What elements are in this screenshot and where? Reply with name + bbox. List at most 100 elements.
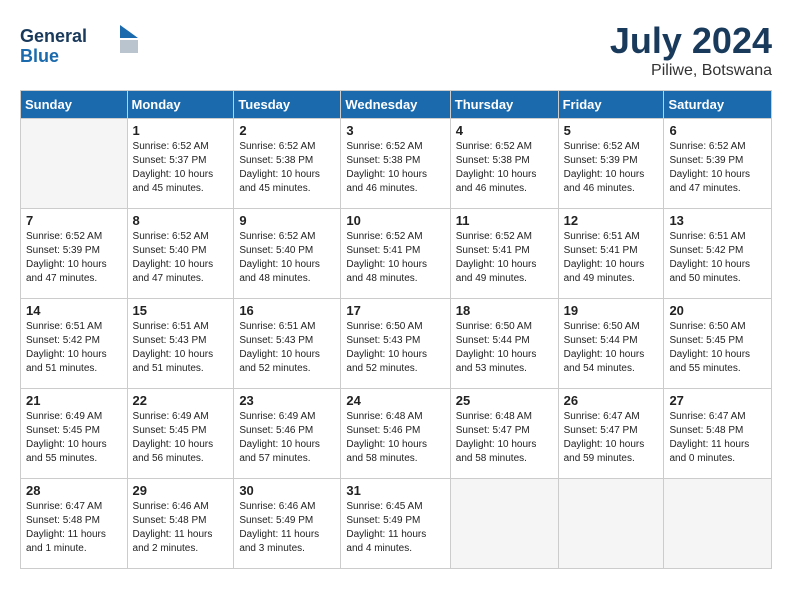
weekday-header: Saturday — [664, 91, 772, 119]
day-info: Sunrise: 6:52 AMSunset: 5:40 PMDaylight:… — [239, 230, 335, 286]
day-info: Sunrise: 6:47 AMSunset: 5:48 PMDaylight:… — [26, 500, 122, 556]
day-info: Sunrise: 6:51 AMSunset: 5:43 PMDaylight:… — [133, 320, 229, 376]
calendar-header-row: SundayMondayTuesdayWednesdayThursdayFrid… — [21, 91, 772, 119]
day-info: Sunrise: 6:46 AMSunset: 5:49 PMDaylight:… — [239, 500, 335, 556]
calendar-cell: 12Sunrise: 6:51 AMSunset: 5:41 PMDayligh… — [558, 209, 664, 299]
calendar-cell: 16Sunrise: 6:51 AMSunset: 5:43 PMDayligh… — [234, 299, 341, 389]
day-number: 14 — [26, 303, 122, 318]
calendar-cell: 8 Sunrise: 6:52 AMSunset: 5:40 PMDaylight… — [127, 209, 234, 299]
day-info: Sunrise: 6:50 AMSunset: 5:43 PMDaylight:… — [346, 320, 444, 376]
calendar-cell: 4 Sunrise: 6:52 AMSunset: 5:38 PMDaylight… — [450, 119, 558, 209]
month-title: July 2024 — [610, 20, 772, 62]
calendar-cell: 30 Sunrise: 6:46 AMSunset: 5:49 PMDayligh… — [234, 479, 341, 569]
day-info: Sunrise: 6:52 AMSunset: 5:37 PMDaylight:… — [133, 140, 229, 196]
calendar-cell: 13Sunrise: 6:51 AMSunset: 5:42 PMDayligh… — [664, 209, 772, 299]
calendar-cell: 28 Sunrise: 6:47 AMSunset: 5:48 PMDayligh… — [21, 479, 128, 569]
calendar-cell: 23Sunrise: 6:49 AMSunset: 5:46 PMDayligh… — [234, 389, 341, 479]
calendar-cell: 15 Sunrise: 6:51 AMSunset: 5:43 PMDayligh… — [127, 299, 234, 389]
calendar-week-row: 7 Sunrise: 6:52 AMSunset: 5:39 PMDaylight… — [21, 209, 772, 299]
day-number: 28 — [26, 483, 122, 498]
day-number: 2 — [239, 123, 335, 138]
calendar-cell: 21 Sunrise: 6:49 AMSunset: 5:45 PMDayligh… — [21, 389, 128, 479]
day-info: Sunrise: 6:45 AMSunset: 5:49 PMDaylight:… — [346, 500, 444, 556]
day-info: Sunrise: 6:51 AMSunset: 5:43 PMDaylight:… — [239, 320, 335, 376]
day-info: Sunrise: 6:52 AMSunset: 5:40 PMDaylight:… — [133, 230, 229, 286]
weekday-header: Monday — [127, 91, 234, 119]
calendar-week-row: 21 Sunrise: 6:49 AMSunset: 5:45 PMDayligh… — [21, 389, 772, 479]
day-info: Sunrise: 6:48 AMSunset: 5:47 PMDaylight:… — [456, 410, 553, 466]
day-number: 27 — [669, 393, 766, 408]
calendar-cell: 11Sunrise: 6:52 AMSunset: 5:41 PMDayligh… — [450, 209, 558, 299]
day-info: Sunrise: 6:52 AMSunset: 5:39 PMDaylight:… — [26, 230, 122, 286]
calendar-cell: 20Sunrise: 6:50 AMSunset: 5:45 PMDayligh… — [664, 299, 772, 389]
day-info: Sunrise: 6:52 AMSunset: 5:38 PMDaylight:… — [346, 140, 444, 196]
calendar-cell: 17 Sunrise: 6:50 AMSunset: 5:43 PMDayligh… — [341, 299, 450, 389]
weekday-header: Thursday — [450, 91, 558, 119]
day-number: 18 — [456, 303, 553, 318]
weekday-header: Tuesday — [234, 91, 341, 119]
calendar-week-row: 28 Sunrise: 6:47 AMSunset: 5:48 PMDayligh… — [21, 479, 772, 569]
location: Piliwe, Botswana — [610, 62, 772, 80]
day-number: 31 — [346, 483, 444, 498]
calendar-cell: 14 Sunrise: 6:51 AMSunset: 5:42 PMDayligh… — [21, 299, 128, 389]
day-number: 15 — [133, 303, 229, 318]
day-info: Sunrise: 6:52 AMSunset: 5:38 PMDaylight:… — [456, 140, 553, 196]
day-number: 17 — [346, 303, 444, 318]
title-block: July 2024 Piliwe, Botswana — [610, 20, 772, 80]
day-number: 26 — [564, 393, 659, 408]
day-number: 10 — [346, 213, 444, 228]
day-info: Sunrise: 6:51 AMSunset: 5:42 PMDaylight:… — [669, 230, 766, 286]
day-info: Sunrise: 6:52 AMSunset: 5:38 PMDaylight:… — [239, 140, 335, 196]
calendar-cell: 18 Sunrise: 6:50 AMSunset: 5:44 PMDayligh… — [450, 299, 558, 389]
day-number: 23 — [239, 393, 335, 408]
svg-text:General: General — [20, 26, 87, 46]
calendar-cell — [21, 119, 128, 209]
calendar-cell — [558, 479, 664, 569]
day-number: 25 — [456, 393, 553, 408]
day-number: 7 — [26, 213, 122, 228]
day-number: 4 — [456, 123, 553, 138]
calendar-cell: 31 Sunrise: 6:45 AMSunset: 5:49 PMDayligh… — [341, 479, 450, 569]
day-number: 21 — [26, 393, 122, 408]
weekday-header: Wednesday — [341, 91, 450, 119]
day-info: Sunrise: 6:52 AMSunset: 5:41 PMDaylight:… — [346, 230, 444, 286]
calendar-table: SundayMondayTuesdayWednesdayThursdayFrid… — [20, 90, 772, 569]
day-info: Sunrise: 6:47 AMSunset: 5:48 PMDaylight:… — [669, 410, 766, 466]
day-info: Sunrise: 6:50 AMSunset: 5:44 PMDaylight:… — [456, 320, 553, 376]
day-info: Sunrise: 6:49 AMSunset: 5:45 PMDaylight:… — [133, 410, 229, 466]
day-number: 24 — [346, 393, 444, 408]
calendar-cell: 3Sunrise: 6:52 AMSunset: 5:38 PMDaylight… — [341, 119, 450, 209]
page-header: General Blue July 2024 Piliwe, Botswana — [20, 20, 772, 80]
calendar-cell: 27 Sunrise: 6:47 AMSunset: 5:48 PMDayligh… — [664, 389, 772, 479]
calendar-cell: 7 Sunrise: 6:52 AMSunset: 5:39 PMDaylight… — [21, 209, 128, 299]
day-number: 1 — [133, 123, 229, 138]
day-number: 12 — [564, 213, 659, 228]
day-number: 9 — [239, 213, 335, 228]
day-info: Sunrise: 6:46 AMSunset: 5:48 PMDaylight:… — [133, 500, 229, 556]
day-number: 29 — [133, 483, 229, 498]
day-info: Sunrise: 6:48 AMSunset: 5:46 PMDaylight:… — [346, 410, 444, 466]
day-number: 8 — [133, 213, 229, 228]
day-info: Sunrise: 6:51 AMSunset: 5:42 PMDaylight:… — [26, 320, 122, 376]
calendar-cell: 19 Sunrise: 6:50 AMSunset: 5:44 PMDayligh… — [558, 299, 664, 389]
calendar-cell: 10 Sunrise: 6:52 AMSunset: 5:41 PMDayligh… — [341, 209, 450, 299]
calendar-cell: 22Sunrise: 6:49 AMSunset: 5:45 PMDayligh… — [127, 389, 234, 479]
calendar-cell: 1 Sunrise: 6:52 AMSunset: 5:37 PMDaylight… — [127, 119, 234, 209]
weekday-header: Friday — [558, 91, 664, 119]
day-number: 20 — [669, 303, 766, 318]
day-info: Sunrise: 6:47 AMSunset: 5:47 PMDaylight:… — [564, 410, 659, 466]
weekday-header: Sunday — [21, 91, 128, 119]
calendar-cell: 24 Sunrise: 6:48 AMSunset: 5:46 PMDayligh… — [341, 389, 450, 479]
day-number: 11 — [456, 213, 553, 228]
calendar-cell: 25 Sunrise: 6:48 AMSunset: 5:47 PMDayligh… — [450, 389, 558, 479]
day-info: Sunrise: 6:49 AMSunset: 5:45 PMDaylight:… — [26, 410, 122, 466]
calendar-week-row: 14 Sunrise: 6:51 AMSunset: 5:42 PMDayligh… — [21, 299, 772, 389]
day-number: 30 — [239, 483, 335, 498]
logo-graphic: General Blue — [20, 20, 140, 70]
day-info: Sunrise: 6:50 AMSunset: 5:44 PMDaylight:… — [564, 320, 659, 376]
calendar-cell: 5Sunrise: 6:52 AMSunset: 5:39 PMDaylight… — [558, 119, 664, 209]
day-number: 19 — [564, 303, 659, 318]
calendar-cell — [664, 479, 772, 569]
svg-text:Blue: Blue — [20, 46, 59, 66]
calendar-cell: 9 Sunrise: 6:52 AMSunset: 5:40 PMDaylight… — [234, 209, 341, 299]
